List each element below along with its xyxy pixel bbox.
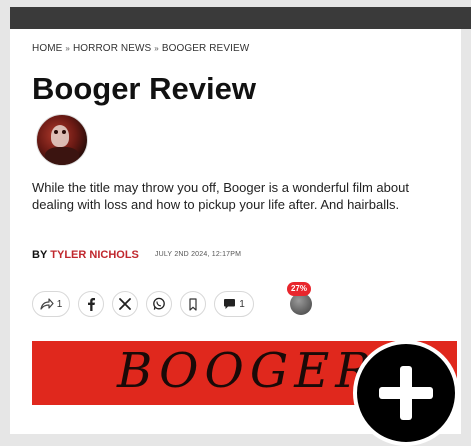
- whatsapp-icon: [153, 297, 165, 310]
- share-button[interactable]: 1: [32, 291, 70, 317]
- breadcrumb-section[interactable]: HORROR NEWS: [73, 43, 151, 54]
- comment-icon: [224, 299, 236, 309]
- avatar-shape: [45, 147, 79, 165]
- add-button[interactable]: [353, 340, 459, 446]
- article-card: HOME» HORROR NEWS» BOOGER REVIEW Booger Re…: [10, 29, 461, 446]
- facebook-button[interactable]: [78, 291, 104, 317]
- breadcrumb-separator: »: [154, 44, 159, 53]
- breadcrumb-current: BOOGER REVIEW: [161, 43, 250, 54]
- avatar-shape: [54, 130, 58, 134]
- share-count: 1: [56, 298, 63, 310]
- top-bar: [10, 7, 471, 29]
- breadcrumb: HOME» HORROR NEWS» BOOGER REVIEW: [32, 43, 249, 54]
- breadcrumb-home[interactable]: HOME: [32, 43, 62, 54]
- publish-date: JULY 2ND 2024, 12:17PM: [154, 251, 242, 258]
- reaction-button[interactable]: [290, 293, 312, 315]
- breadcrumb-separator: »: [65, 44, 70, 53]
- author-avatar[interactable]: [36, 114, 88, 166]
- bookmark-icon: [189, 297, 197, 311]
- x-icon: [119, 298, 131, 310]
- share-icon: [40, 298, 54, 310]
- comment-count: 1: [239, 298, 245, 310]
- article-excerpt: While the title may throw you off, Booge…: [32, 180, 409, 212]
- facebook-icon: [88, 298, 95, 311]
- byline: BY TYLER NICHOLS JULY 2ND 2024, 12:17PM: [32, 249, 241, 261]
- page-title: Booger Review: [32, 71, 256, 106]
- avatar-shape: [62, 130, 66, 134]
- banner-title: BOOGER: [117, 343, 378, 399]
- comment-button[interactable]: 1: [214, 291, 254, 317]
- plus-icon: [400, 366, 412, 420]
- avatar-shape: [51, 125, 69, 147]
- byline-prefix: BY: [32, 249, 48, 261]
- reaction-badge: 27%: [287, 282, 311, 296]
- x-share-button[interactable]: [112, 291, 138, 317]
- whatsapp-button[interactable]: [146, 291, 172, 317]
- author-link[interactable]: TYLER NICHOLS: [50, 249, 139, 261]
- bookmark-button[interactable]: [180, 291, 206, 317]
